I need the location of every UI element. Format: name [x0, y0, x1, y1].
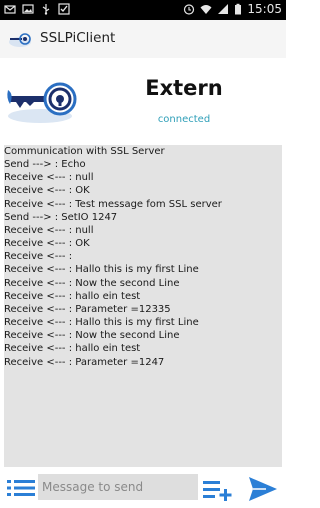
log-line: Receive <--- : Now the second Line: [4, 330, 180, 342]
mail-icon: [4, 5, 16, 14]
battery-icon: [235, 3, 242, 15]
log-line: Receive <--- : Parameter =12335: [4, 303, 171, 315]
log-line: Receive <--- : null: [4, 224, 94, 236]
device-header: [0, 58, 286, 144]
log-line: Send ---> : Echo: [4, 159, 86, 171]
key-lock-icon: [7, 82, 77, 123]
app-title: SSLPiClient: [40, 30, 116, 46]
log-line: Receive <--- : OK: [4, 238, 90, 250]
wifi-icon: [200, 5, 212, 14]
status-time: 15:05: [247, 2, 282, 16]
log-line: Receive <--- : hallo ein test: [4, 290, 141, 302]
log-line: Send ---> : SetIO 1247: [4, 211, 118, 223]
connection-status: connected: [157, 114, 211, 125]
log-line: Receive <--- : Hallo this is my first Li…: [4, 264, 199, 276]
bottom-bar: [0, 470, 286, 508]
log-line: Receive <--- : Test message fom SSL serv…: [4, 198, 222, 210]
message-input[interactable]: [38, 474, 198, 500]
log-line: Communication with SSL Server: [4, 146, 165, 157]
log-line: Receive <--- : Hallo this is my first Li…: [4, 317, 199, 329]
log-line: Receive <--- : hallo ein test: [4, 343, 141, 355]
log-line: Receive <--- : null: [4, 172, 94, 184]
status-bar: 15:05: [0, 0, 286, 20]
signal-icon: [218, 4, 229, 14]
log-line: Receive <--- : Parameter =1247: [4, 356, 165, 368]
device-name: Extern: [145, 76, 223, 100]
log-line: Receive <--- :: [4, 251, 73, 263]
log-line: Receive <--- : OK: [4, 185, 90, 197]
add-list-icon[interactable]: [202, 478, 234, 502]
log-line: Receive <--- : Now the second Line: [4, 277, 180, 289]
key-lock-icon[interactable]: [8, 28, 32, 50]
list-icon[interactable]: [6, 476, 36, 500]
send-icon[interactable]: [248, 476, 278, 502]
usb-icon: [42, 4, 50, 15]
console-log[interactable]: Communication with SSL Server Send ---> …: [4, 145, 282, 467]
check-icon: [58, 3, 70, 15]
image-icon: [22, 4, 34, 14]
app-bar: SSLPiClient: [0, 20, 286, 59]
alarm-icon: [184, 4, 195, 15]
